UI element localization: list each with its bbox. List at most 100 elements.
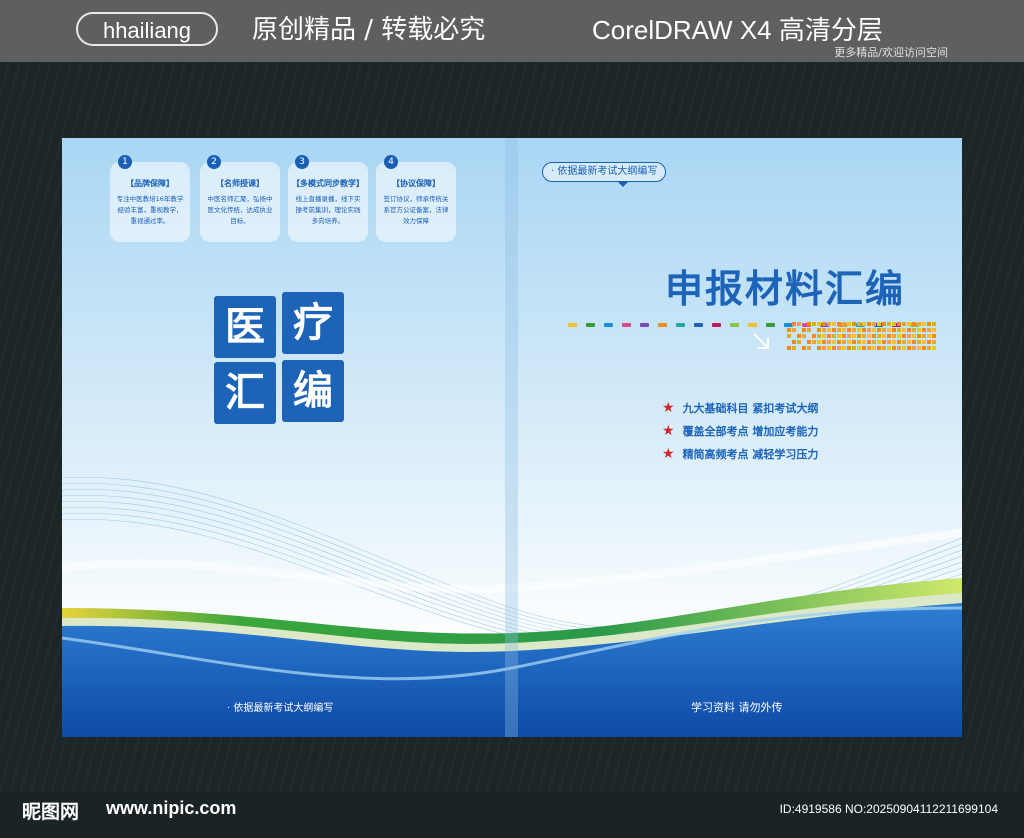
grid-cell bbox=[932, 334, 936, 338]
grid-cell bbox=[862, 340, 866, 344]
grid-cell bbox=[867, 340, 871, 344]
grid-cell bbox=[872, 322, 876, 326]
bullet-text: 九大基础科目 紧扣考试大纲 bbox=[682, 402, 819, 415]
grid-cell bbox=[907, 322, 911, 326]
software-label: CorelDRAW X4 高清分层 bbox=[592, 15, 883, 45]
grid-cell bbox=[892, 340, 896, 344]
grid-cell bbox=[862, 334, 866, 338]
star-icon: ★ bbox=[662, 400, 675, 416]
color-dot bbox=[712, 323, 721, 327]
color-dot bbox=[586, 323, 595, 327]
color-dot bbox=[604, 323, 613, 327]
grid-cell bbox=[827, 346, 831, 350]
grid-cell bbox=[927, 346, 931, 350]
grid-cell bbox=[862, 346, 866, 350]
grid-cell bbox=[852, 340, 856, 344]
grid-cell bbox=[817, 322, 821, 326]
grid-cell bbox=[827, 322, 831, 326]
color-dot bbox=[748, 323, 757, 327]
grid-cell bbox=[802, 328, 806, 332]
watermark-top-bar: hhailiang 原创精品 / 转载必究 CorelDRAW X4 高清分层 … bbox=[0, 0, 1024, 62]
grid-cell bbox=[932, 340, 936, 344]
stamp-char: 编 bbox=[282, 360, 344, 422]
grid-cell bbox=[867, 328, 871, 332]
grid-cell bbox=[842, 334, 846, 338]
grid-cell bbox=[882, 340, 886, 344]
stamp-char: 医 bbox=[214, 296, 276, 358]
grid-cell bbox=[927, 334, 931, 338]
grid-cell bbox=[907, 328, 911, 332]
grid-cell bbox=[922, 334, 926, 338]
grid-cell bbox=[902, 346, 906, 350]
grid-cell bbox=[822, 340, 826, 344]
grid-cell bbox=[872, 346, 876, 350]
image-id: ID:4919586 NO:20250904112211699104 bbox=[779, 802, 998, 816]
syllabus-tag: · 依据最新考试大纲编写 bbox=[542, 162, 667, 182]
grid-cell bbox=[837, 346, 841, 350]
grid-cell bbox=[832, 340, 836, 344]
grid-cell bbox=[912, 334, 916, 338]
grid-cell bbox=[802, 334, 806, 338]
grid-cell bbox=[922, 346, 926, 350]
star-icon: ★ bbox=[662, 446, 675, 462]
feature-desc: 专注中医教培16年教学经验丰富，重视教学，重视通过率。 bbox=[116, 195, 184, 225]
grid-cell bbox=[932, 322, 936, 326]
grid-cell bbox=[842, 328, 846, 332]
site-logo: 昵图网 bbox=[22, 801, 80, 823]
grid-cell bbox=[792, 322, 796, 326]
grid-cell bbox=[822, 322, 826, 326]
grid-cell bbox=[927, 340, 931, 344]
grid-cell bbox=[787, 346, 791, 350]
grid-cell bbox=[787, 334, 791, 338]
grid-cell bbox=[867, 322, 871, 326]
bullet-text: 精简高频考点 减轻学习压力 bbox=[682, 448, 819, 461]
feature-title: 【名师授课】 bbox=[216, 179, 264, 188]
color-dot bbox=[694, 323, 703, 327]
grid-cell bbox=[827, 328, 831, 332]
feature-number-4: 4 bbox=[384, 155, 398, 169]
grid-cell bbox=[902, 340, 906, 344]
grid-cell bbox=[842, 346, 846, 350]
grid-cell bbox=[912, 322, 916, 326]
grid-cell bbox=[812, 340, 816, 344]
grid-cell bbox=[857, 322, 861, 326]
grid-cell bbox=[842, 322, 846, 326]
grid-cell bbox=[932, 346, 936, 350]
grid-cell bbox=[877, 346, 881, 350]
grid-cell bbox=[807, 340, 811, 344]
grid-cell bbox=[847, 322, 851, 326]
grid-cell bbox=[897, 334, 901, 338]
grid-cell bbox=[902, 334, 906, 338]
grid-cell bbox=[892, 328, 896, 332]
grid-cell bbox=[792, 340, 796, 344]
grid-cell bbox=[887, 346, 891, 350]
grid-cell bbox=[912, 328, 916, 332]
grid-cell bbox=[882, 334, 886, 338]
grid-cell bbox=[887, 340, 891, 344]
grid-cell bbox=[887, 334, 891, 338]
grid-cell bbox=[902, 328, 906, 332]
grid-cell bbox=[857, 334, 861, 338]
grid-cell bbox=[812, 334, 816, 338]
bullet-text: 覆盖全部考点 增加应考能力 bbox=[682, 425, 819, 438]
book-cover: 【品牌保障】 专注中医教培16年教学经验丰富，重视教学，重视通过率。 1 【名师… bbox=[62, 138, 962, 737]
grid-cell bbox=[917, 322, 921, 326]
grid-cell bbox=[837, 328, 841, 332]
grid-cell bbox=[917, 340, 921, 344]
feature-desc: 线上直播录播，线下实操考前集训，理论实践多向培养。 bbox=[295, 195, 361, 225]
grid-cell bbox=[807, 346, 811, 350]
grid-cell bbox=[932, 328, 936, 332]
stamp-char: 疗 bbox=[282, 292, 344, 354]
grid-cell bbox=[907, 334, 911, 338]
grid-cell bbox=[792, 328, 796, 332]
feature-number-3: 3 bbox=[295, 155, 309, 169]
grid-cell bbox=[892, 334, 896, 338]
grid-cell bbox=[847, 340, 851, 344]
grid-cell bbox=[847, 334, 851, 338]
grid-cell bbox=[857, 346, 861, 350]
grid-cell bbox=[907, 346, 911, 350]
grid-cell bbox=[927, 328, 931, 332]
grid-cell bbox=[837, 340, 841, 344]
star-icon: ★ bbox=[662, 423, 675, 439]
grid-cell bbox=[817, 340, 821, 344]
